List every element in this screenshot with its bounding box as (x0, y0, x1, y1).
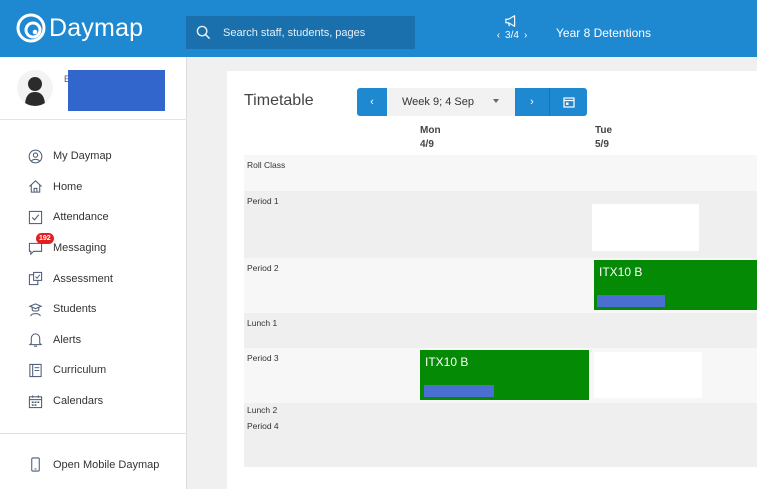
row-label: Period 3 (247, 353, 279, 363)
sidebar-item-curriculum[interactable]: Curriculum (0, 355, 187, 386)
notice-page-count: 3/4 (505, 30, 519, 41)
sidebar-item-home[interactable]: Home (0, 172, 187, 203)
row-roll-class: Roll Class (244, 155, 757, 191)
week-navigator: ‹ Week 9; 4 Sep › (357, 88, 587, 116)
students-icon (28, 303, 43, 317)
previous-week-button[interactable]: ‹ (357, 88, 387, 116)
next-week-button[interactable]: › (515, 88, 549, 116)
empty-lesson-cell[interactable] (592, 204, 699, 251)
sidebar-item-assessment[interactable]: Assessment (0, 263, 187, 294)
daymap-logo-icon (16, 13, 46, 43)
class-code: ITX10 B (425, 355, 469, 369)
class-code: ITX10 B (599, 265, 643, 279)
messaging-unread-badge: 192 (36, 232, 54, 244)
day-header-mon: Mon 4/9 (420, 124, 441, 152)
row-label: Lunch 2 (247, 405, 278, 415)
user-circle-icon (28, 149, 43, 164)
sidebar-item-label: Calendars (53, 395, 104, 408)
sidebar-item-attendance[interactable]: Attendance (0, 202, 187, 233)
notice-pager: ‹ 3/4 › (497, 30, 528, 41)
mobile-phone-icon (31, 457, 40, 472)
calendar-picker-icon (562, 97, 575, 108)
notice-carousel: ‹ 3/4 › (497, 14, 527, 41)
sidebar-item-label: Messaging (53, 242, 107, 255)
notice-next-button[interactable]: › (524, 30, 527, 41)
week-select[interactable]: Week 9; 4 Sep (387, 88, 515, 116)
calendar-icon (28, 394, 43, 408)
sidebar-item-label: Curriculum (53, 364, 107, 377)
empty-lesson-cell[interactable] (594, 352, 702, 398)
avatar[interactable] (17, 70, 53, 106)
person-silhouette-icon (25, 77, 45, 106)
calendar-picker-button[interactable] (549, 88, 587, 116)
sidebar-item-alerts[interactable]: Alerts (0, 325, 187, 356)
page-title: Timetable (244, 92, 314, 109)
redacted-class-detail (597, 295, 665, 307)
sidebar-item-label: My Daymap (53, 150, 112, 163)
row-lunch-2: Lunch 2 (244, 403, 757, 417)
class-block-tue-period-2[interactable]: ITX10 B (594, 260, 757, 310)
app-name: Daymap (49, 13, 144, 42)
day-date: 5/9 (595, 139, 609, 150)
megaphone-icon[interactable] (504, 14, 520, 28)
checkbox-icon (28, 210, 43, 225)
row-period-4: Period 4 (244, 417, 757, 467)
sidebar-item-students[interactable]: Students (0, 294, 187, 325)
day-header-tue: Tue 5/9 (595, 124, 612, 152)
sidebar-nav: My Daymap Home Attendance 192 Messaging (0, 141, 187, 416)
sidebar-item-label: Students (53, 303, 97, 316)
home-icon (29, 180, 42, 194)
sidebar-divider (0, 433, 187, 434)
sidebar-item-label: Home (53, 180, 83, 193)
redacted-profile-name (68, 70, 165, 111)
day-name: Mon (420, 125, 441, 136)
open-mobile-daymap-link[interactable]: Open Mobile Daymap (28, 457, 159, 472)
notice-prev-button[interactable]: ‹ (497, 30, 500, 41)
top-bar: Daymap Search staff, students, pages ‹ 3… (0, 0, 757, 57)
redacted-class-detail (424, 385, 494, 397)
open-mobile-daymap-label: Open Mobile Daymap (53, 458, 160, 471)
sidebar-item-my-daymap[interactable]: My Daymap (0, 141, 187, 172)
sidebar-item-messaging[interactable]: 192 Messaging (0, 232, 187, 264)
search-placeholder: Search staff, students, pages (223, 26, 366, 39)
assessment-icon (28, 272, 43, 286)
row-label: Roll Class (247, 160, 286, 170)
bell-icon (28, 333, 43, 348)
day-date: 4/9 (420, 139, 434, 150)
sidebar: E My Daymap Home Attendance 192 Messagin… (0, 57, 187, 489)
notice-title[interactable]: Year 8 Detentions (556, 26, 651, 40)
row-label: Period 1 (247, 196, 279, 206)
sidebar-item-label: Attendance (53, 211, 109, 224)
class-block-mon-period-3[interactable]: ITX10 B (420, 350, 589, 400)
row-label: Lunch 1 (247, 318, 278, 328)
sidebar-item-label: Assessment (53, 272, 113, 285)
row-lunch-1: Lunch 1 (244, 313, 757, 348)
search-icon (196, 25, 211, 40)
sidebar-item-calendars[interactable]: Calendars (0, 386, 187, 417)
search-input[interactable]: Search staff, students, pages (186, 16, 415, 49)
day-name: Tue (595, 125, 613, 136)
week-select-value: Week 9; 4 Sep (402, 96, 474, 108)
row-label: Period 2 (247, 263, 279, 273)
row-label: Period 4 (247, 421, 279, 431)
book-icon (29, 363, 42, 378)
profile-section: E (0, 57, 187, 120)
daymap-logo[interactable]: Daymap (16, 13, 143, 43)
chevron-down-icon (493, 99, 499, 103)
sidebar-item-label: Alerts (53, 333, 82, 346)
